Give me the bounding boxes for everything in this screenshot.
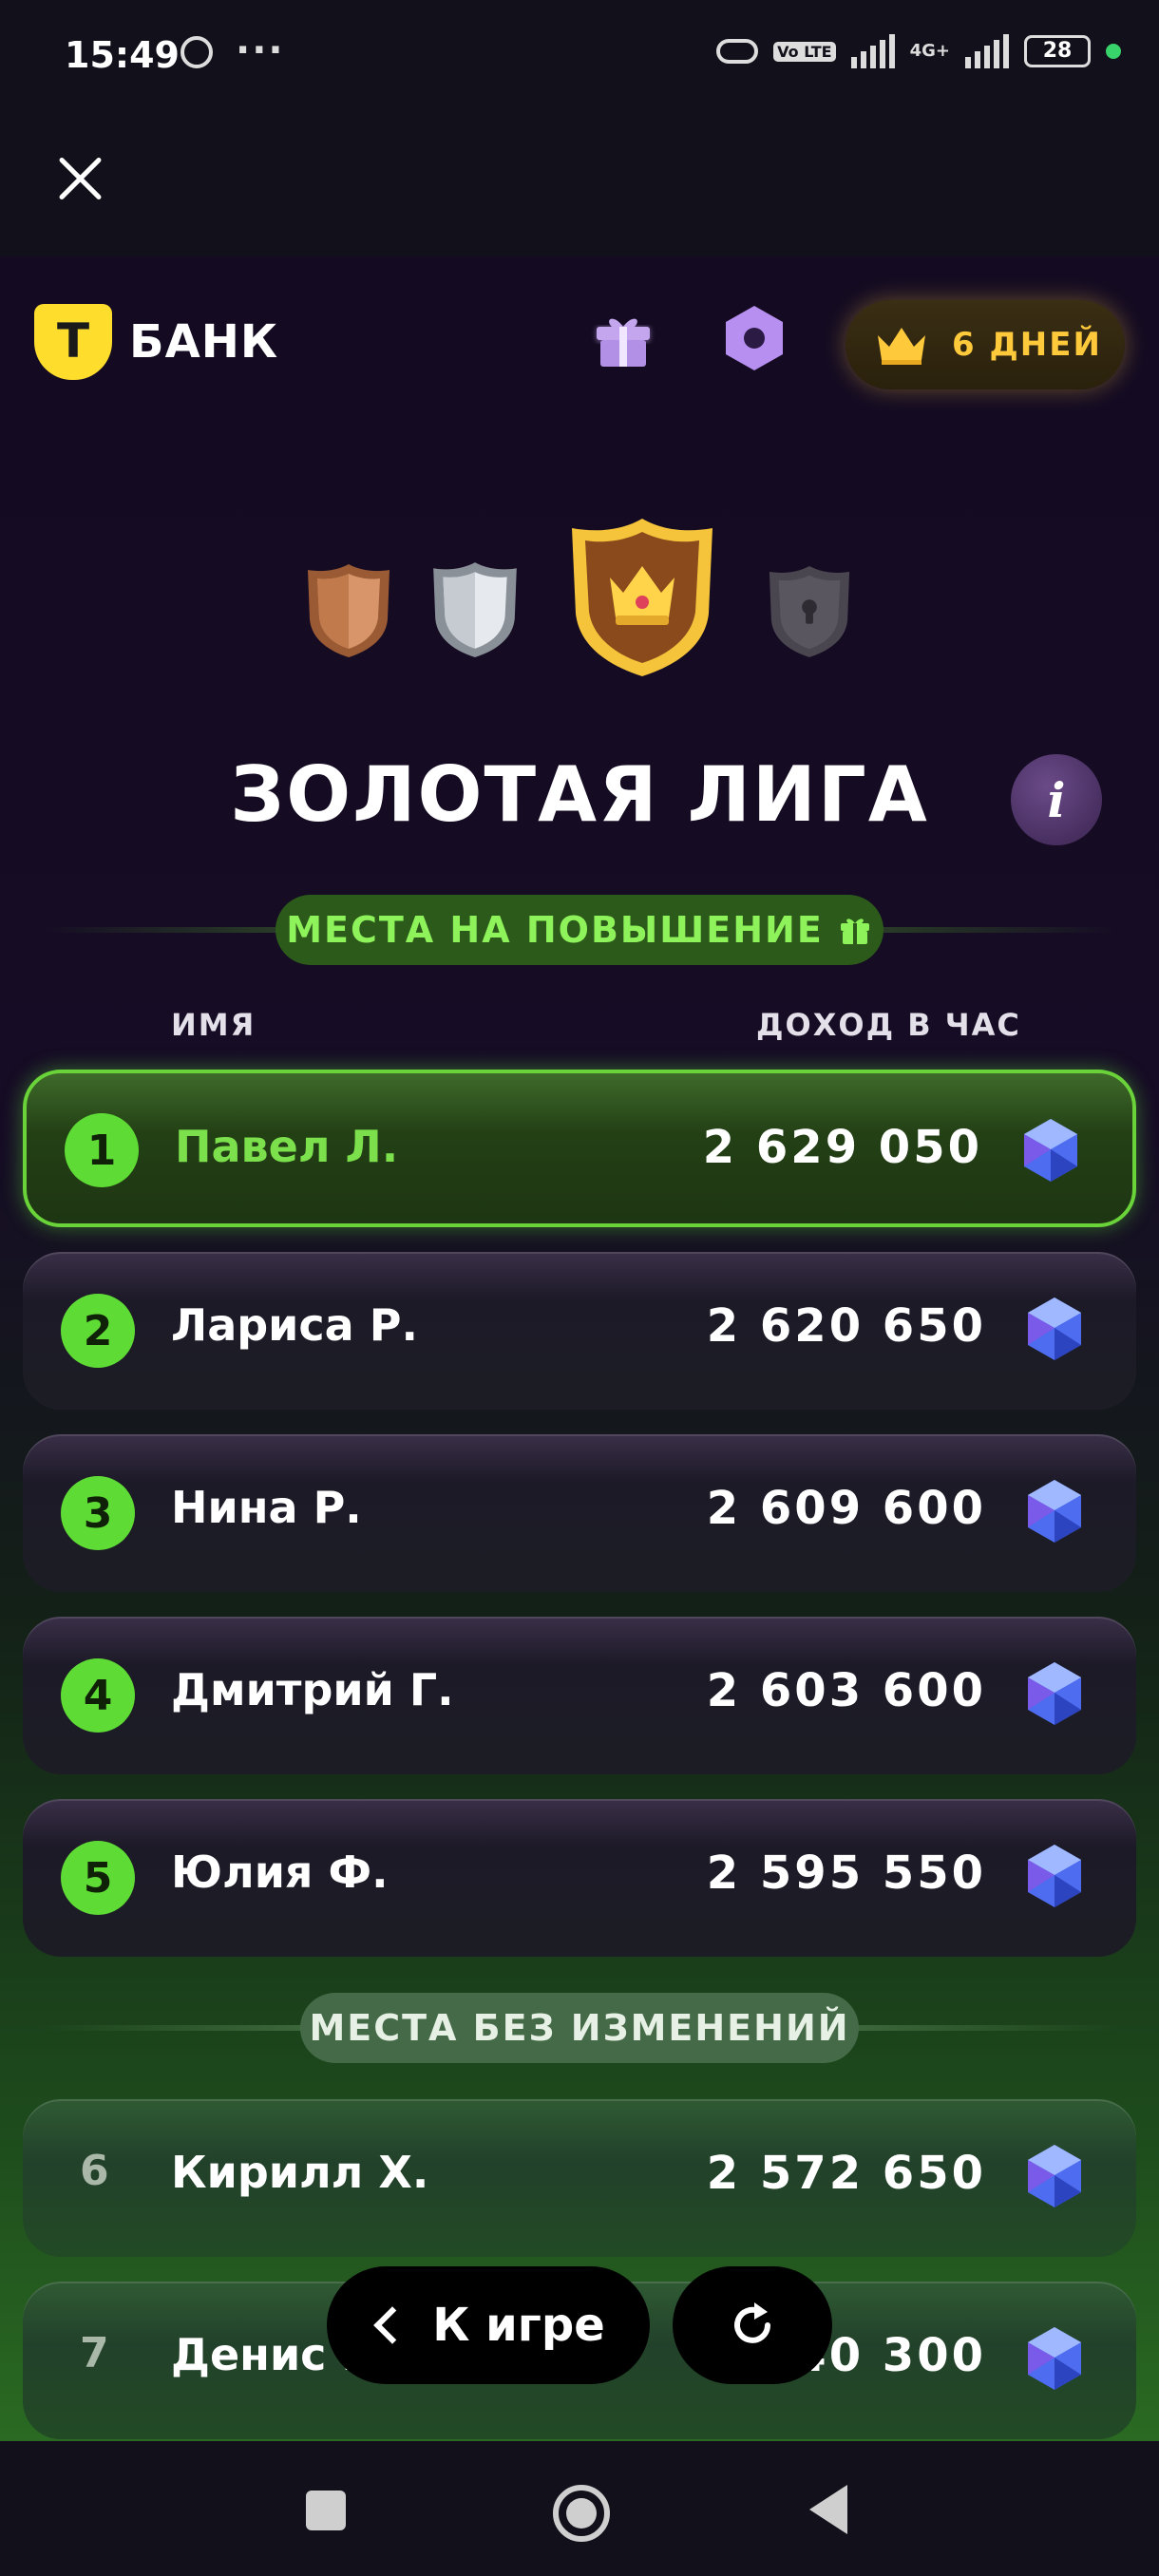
rank-badge: 1	[65, 1113, 139, 1187]
recents-icon[interactable]	[306, 2491, 346, 2530]
player-income: 2 595 550	[706, 1847, 986, 1900]
gem-icon	[1028, 1662, 1081, 1725]
player-name: Нина Р.	[171, 1482, 362, 1533]
gem-icon	[1028, 1480, 1081, 1543]
gift-small-icon	[840, 919, 869, 944]
back-to-game-label: К игре	[432, 2299, 605, 2352]
leaderboard-row[interactable]: 5 Юлия Ф. 2 595 550	[23, 1799, 1136, 1957]
unchanged-section-label: МЕСТА БЕЗ ИЗМЕНЕНИЙ	[300, 1993, 859, 2063]
system-nav-bar	[0, 2441, 1159, 2576]
player-name: Лариса Р.	[171, 1299, 418, 1351]
tbank-logo: T БАНК	[34, 304, 278, 380]
leaderboard-row[interactable]: 4 Дмитрий Г. 2 603 600	[23, 1617, 1136, 1774]
privacy-dot-icon	[1106, 44, 1121, 59]
back-to-game-button[interactable]: К игре	[327, 2266, 650, 2384]
rank-number: 7	[80, 2329, 109, 2377]
player-income: 2 629 050	[702, 1121, 982, 1174]
signal-icon	[850, 34, 895, 68]
gem-icon	[1028, 1297, 1081, 1360]
leaderboard-row[interactable]: 2 Лариса Р. 2 620 650	[23, 1252, 1136, 1410]
player-name: Юлия Ф.	[171, 1847, 389, 1898]
info-button[interactable]: i	[1011, 754, 1102, 845]
rank-badge: 3	[61, 1476, 135, 1550]
column-name-header: ИМЯ	[171, 1007, 256, 1043]
refresh-icon	[734, 2302, 770, 2343]
webview-top-bar	[0, 114, 1159, 256]
column-income-header: ДОХОД В ЧАС	[756, 1007, 1021, 1043]
promotion-label-text: МЕСТА НА ПОВЫШЕНИЕ	[286, 909, 824, 951]
logo-text: БАНК	[129, 315, 279, 369]
league-screen: T БАНК 6 ДНЕЙ ЗОЛОТАЯ ЛИГА i МЕСТА НА ПО…	[0, 256, 1159, 2441]
back-icon[interactable]	[809, 2485, 847, 2534]
gem-icon	[1028, 1845, 1081, 1907]
player-income: 2 603 600	[706, 1664, 986, 1717]
gem-icon	[1028, 2327, 1081, 2390]
crown-icon	[878, 328, 925, 365]
player-name: Кирилл Х.	[171, 2147, 429, 2198]
home-icon[interactable]	[553, 2485, 610, 2542]
player-name: Дмитрий Г.	[171, 1664, 454, 1715]
bronze-league-icon[interactable]	[304, 560, 393, 659]
league-title: ЗОЛОТАЯ ЛИГА	[230, 750, 929, 839]
battery-icon: 28	[1024, 35, 1091, 67]
silver-league-icon[interactable]	[429, 559, 521, 659]
rank-number: 6	[80, 2147, 109, 2195]
status-time: 15:49	[65, 34, 180, 76]
player-income: 2 572 650	[706, 2147, 986, 2200]
gem-icon	[1024, 1119, 1077, 1182]
league-badges	[0, 519, 1159, 693]
tbank-shield-icon: T	[34, 304, 112, 380]
player-income: 2 620 650	[706, 1299, 986, 1353]
locked-league-icon[interactable]	[766, 562, 853, 659]
leaderboard-row[interactable]: 3 Нина Р. 2 609 600	[23, 1434, 1136, 1592]
status-bar: 15:49 ··· Vo LTE 4G+ 28	[0, 0, 1159, 114]
premium-days-button[interactable]: 6 ДНЕЙ	[846, 300, 1125, 389]
network-type: 4G+	[909, 41, 950, 61]
leaderboard-row-current-user[interactable]: 1 Павел Л. 2 629 050	[23, 1070, 1136, 1227]
refresh-button[interactable]	[673, 2266, 832, 2384]
rank-badge: 4	[61, 1658, 135, 1733]
gift-icon[interactable]	[589, 304, 657, 372]
premium-label: 6 ДНЕЙ	[952, 326, 1102, 364]
leaderboard-row[interactable]: 6 Кирилл Х. 2 572 650	[23, 2099, 1136, 2257]
rank-badge: 2	[61, 1294, 135, 1368]
whatsapp-icon	[180, 36, 213, 68]
status-icons: Vo LTE 4G+ 28	[716, 34, 1121, 68]
signal-icon-2	[965, 34, 1009, 68]
hotspot-icon	[716, 39, 759, 64]
player-name: Павел Л.	[175, 1121, 399, 1172]
settings-hex-icon[interactable]	[718, 302, 790, 374]
gold-league-icon[interactable]	[566, 515, 718, 678]
close-icon[interactable]	[53, 152, 106, 205]
player-income: 2 609 600	[706, 1482, 986, 1535]
more-notifications-icon: ···	[236, 28, 285, 72]
chevron-left-icon	[373, 2306, 412, 2344]
volte-icon: Vo LTE	[773, 41, 836, 62]
gem-icon	[1028, 2145, 1081, 2207]
promotion-section-label: МЕСТА НА ПОВЫШЕНИЕ	[276, 895, 884, 965]
rank-badge: 5	[61, 1841, 135, 1915]
